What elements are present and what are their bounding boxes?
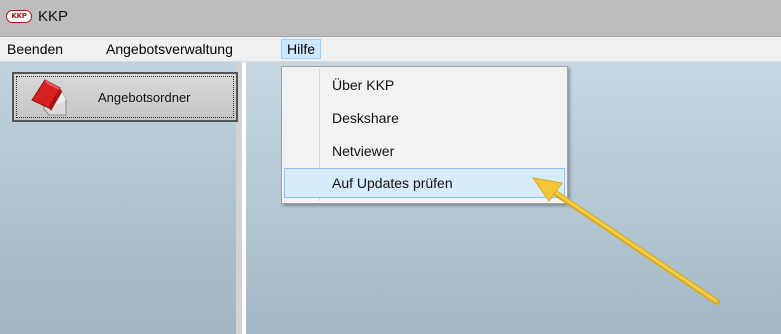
angebotsordner-label: Angebotsordner: [98, 90, 191, 105]
menu-item-ueber-kkp[interactable]: Über KKP: [284, 70, 565, 100]
help-menu-dropdown: Über KKP Deskshare Netviewer Auf Updates…: [281, 66, 568, 204]
menu-angebotsverwaltung[interactable]: Angebotsverwaltung: [101, 39, 238, 59]
menu-item-auf-updates-pruefen[interactable]: Auf Updates prüfen: [284, 168, 565, 198]
window-title: KKP: [38, 8, 69, 25]
menu-bar: Beenden Angebotsverwaltung Hilfe: [0, 37, 781, 62]
angebotsordner-button[interactable]: Angebotsordner: [12, 72, 238, 122]
menu-hilfe[interactable]: Hilfe: [281, 39, 322, 59]
menu-beenden[interactable]: Beenden: [2, 39, 68, 59]
sidebar: Angebotsordner: [0, 62, 242, 334]
app-logo-icon: KKP: [6, 10, 32, 23]
house-icon: [31, 79, 67, 116]
menu-item-netviewer[interactable]: Netviewer: [284, 136, 565, 166]
title-bar: KKP KKP: [0, 0, 781, 37]
menu-item-deskshare[interactable]: Deskshare: [284, 103, 565, 133]
